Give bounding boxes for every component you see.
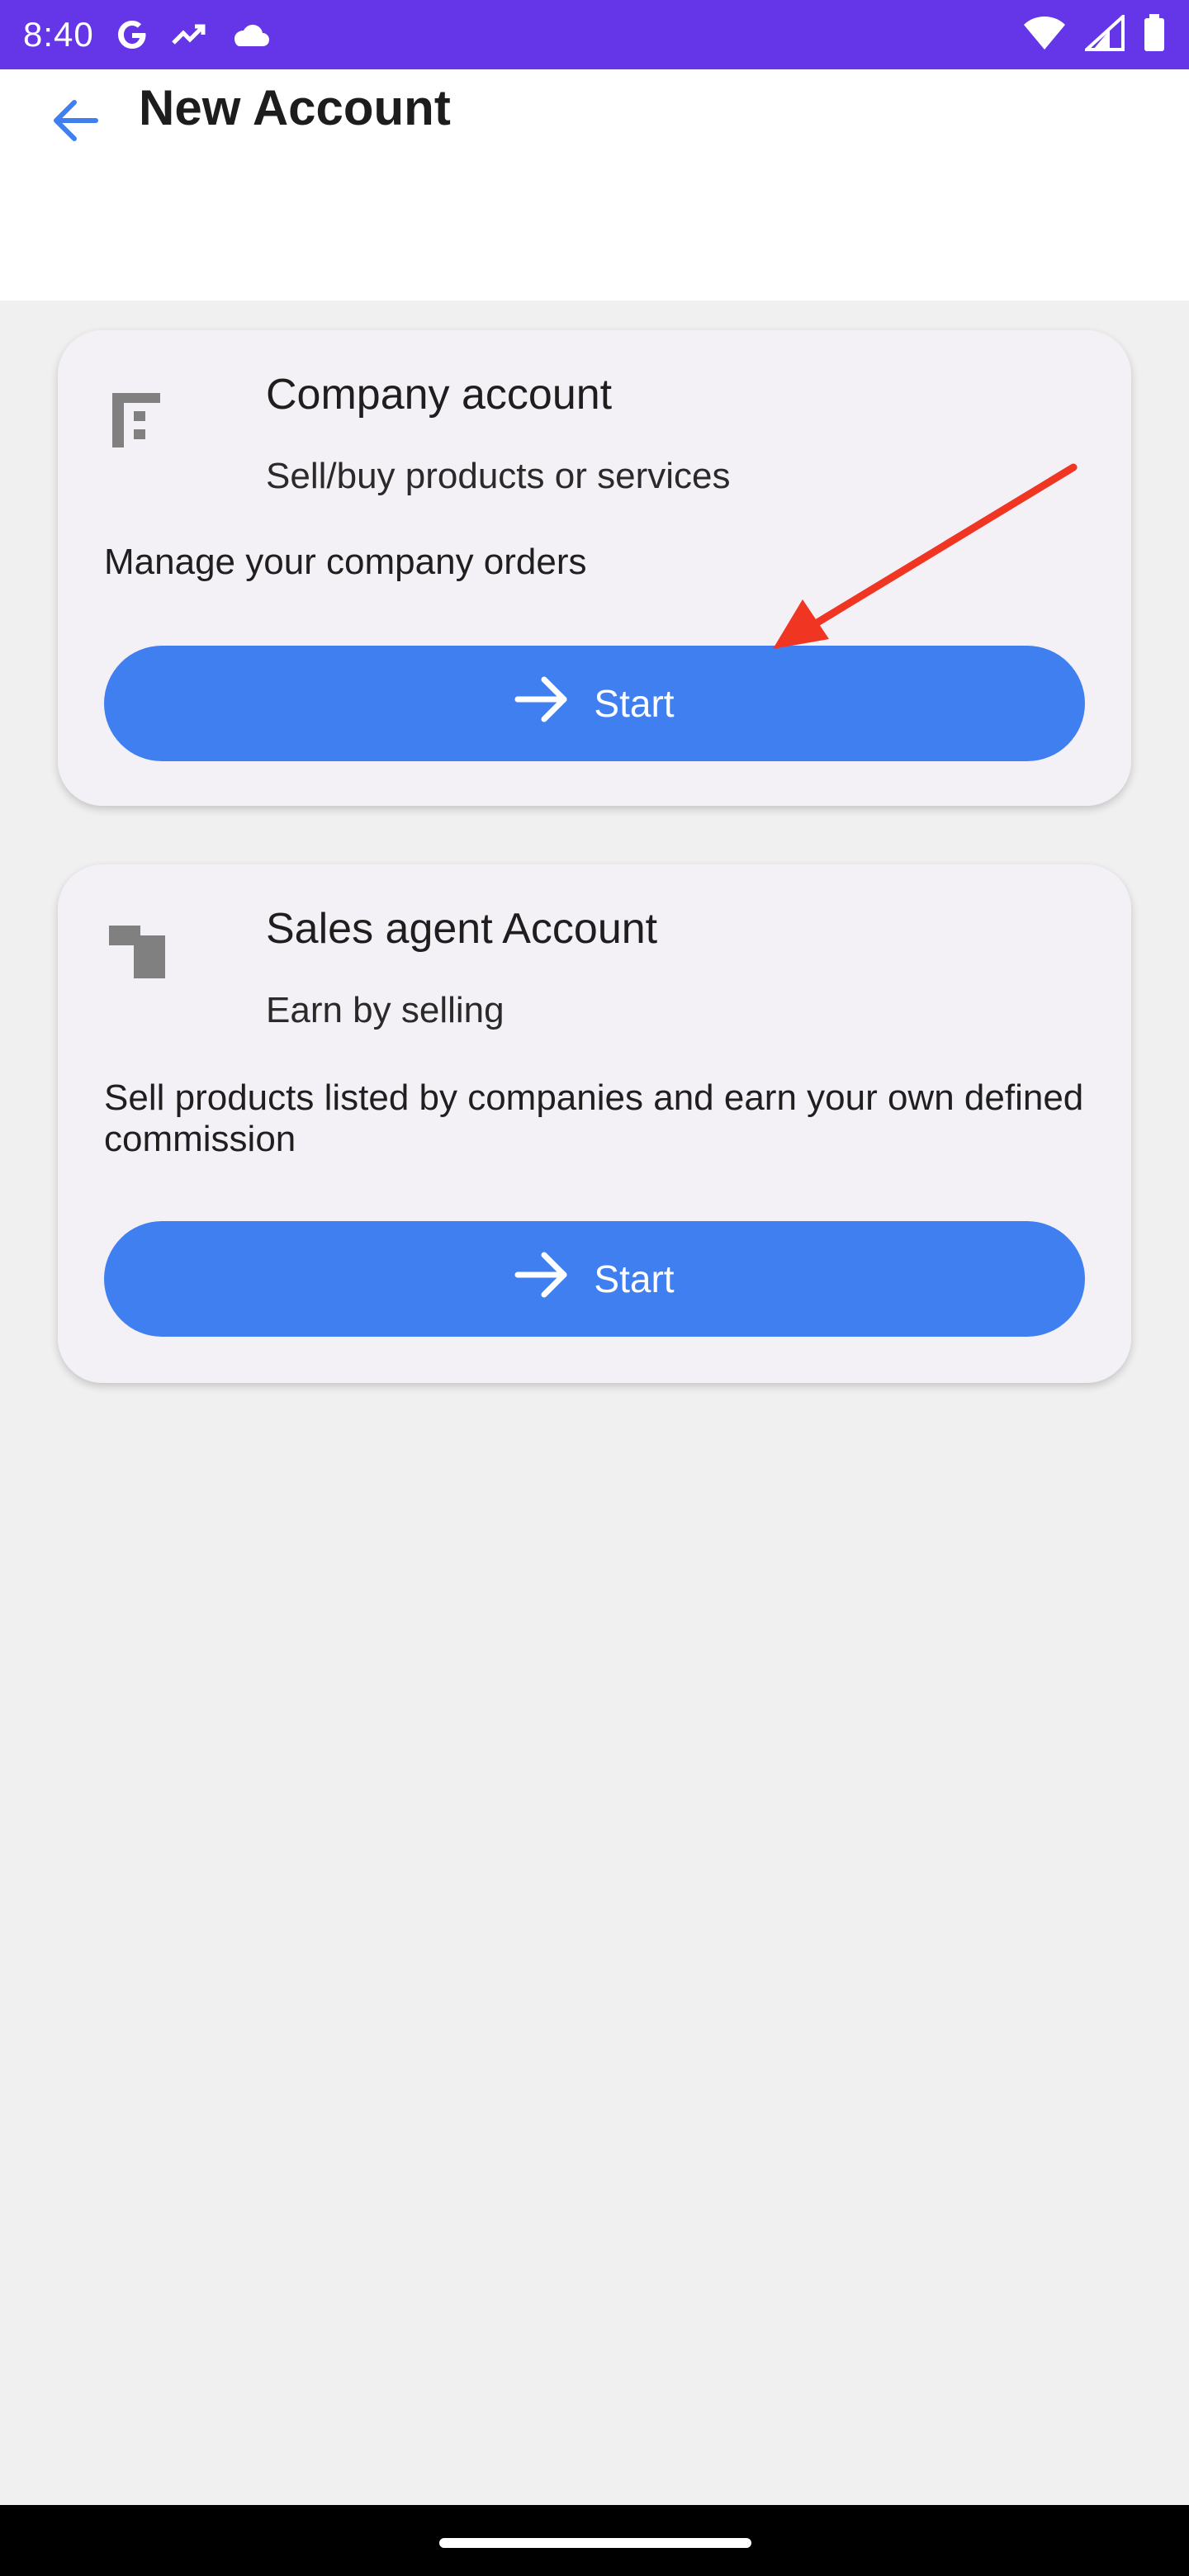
sales-agent-start-button[interactable]: Start bbox=[104, 1221, 1085, 1337]
cloud-icon bbox=[228, 18, 271, 51]
signal-icon bbox=[1082, 12, 1125, 55]
company-start-button[interactable]: Start bbox=[104, 646, 1085, 761]
app-bar: New Account bbox=[0, 69, 1189, 301]
sales-agent-account-card: Sales agent Account Earn by selling Sell… bbox=[58, 864, 1131, 1383]
status-time: 8:40 bbox=[23, 15, 94, 54]
system-nav-bar bbox=[0, 2505, 1189, 2576]
company-icon bbox=[107, 390, 165, 449]
annotation-arrow bbox=[773, 463, 1078, 649]
card-title: Company account bbox=[266, 371, 613, 419]
back-button[interactable] bbox=[46, 92, 106, 152]
battery-icon bbox=[1143, 13, 1166, 56]
arrow-forward-icon bbox=[514, 1250, 571, 1309]
home-gesture-handle[interactable] bbox=[439, 2538, 751, 2548]
arrow-forward-icon bbox=[514, 675, 571, 733]
sales-agent-icon bbox=[107, 924, 165, 983]
arrow-back-icon bbox=[50, 94, 102, 151]
wifi-icon bbox=[1022, 15, 1067, 55]
google-icon bbox=[112, 15, 152, 54]
start-button-label: Start bbox=[594, 1257, 675, 1300]
card-subtitle: Sell/buy products or services bbox=[266, 456, 731, 496]
card-subtitle: Earn by selling bbox=[266, 990, 504, 1030]
card-description: Sell products listed by companies and ea… bbox=[104, 1077, 1084, 1159]
status-bar: 8:40 bbox=[0, 0, 1189, 69]
card-title: Sales agent Account bbox=[266, 905, 658, 953]
start-button-label: Start bbox=[594, 682, 675, 725]
trending-icon bbox=[170, 15, 210, 54]
page-title: New Account bbox=[139, 80, 451, 135]
